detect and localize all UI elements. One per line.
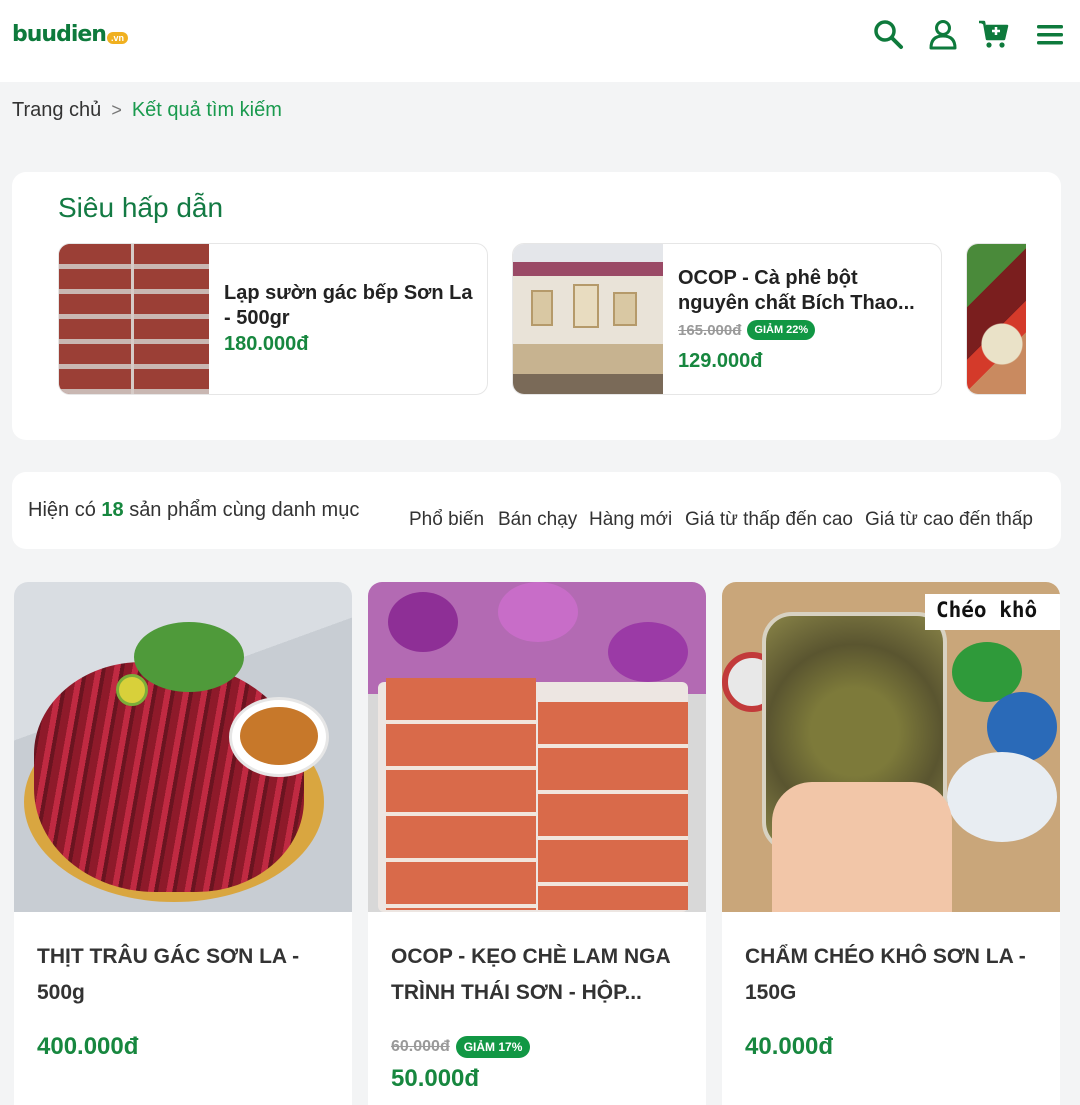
featured-section: Siêu hấp dẫn Lạp sườn gác bếp Sơn La - 5… [12,172,1061,440]
featured-price: 129.000đ [678,350,763,372]
search-icon[interactable] [872,18,904,50]
top-header: buudien .vn [0,0,1080,82]
user-icon[interactable] [927,18,959,50]
product-image[interactable] [59,244,209,394]
sort-price-desc[interactable]: Giá từ cao đến thấp [865,509,1033,531]
breadcrumb-current[interactable]: Kết quả tìm kiếm [132,99,282,122]
product-image[interactable] [967,244,1026,394]
old-price: 165.000đ [678,321,742,339]
logo-text: buudien [12,22,107,47]
site-logo[interactable]: buudien .vn [12,22,128,47]
breadcrumb-home[interactable]: Trang chủ [12,99,101,122]
featured-price: 180.000đ [224,333,309,355]
product-discount-row: 60.000đ GIẢM 17% [391,1036,531,1058]
product-card[interactable]: Chéo khô CHẨM CHÉO KHÔ SƠN LA - 150G 40.… [722,582,1060,1105]
product-card[interactable]: THỊT TRÂU GÁC SƠN LA - 500g 400.000đ [14,582,352,1105]
image-caption: Chéo khô [925,594,1060,630]
product-price: 40.000đ [745,1033,834,1060]
sort-price-asc[interactable]: Giá từ thấp đến cao [685,509,853,531]
featured-product-name[interactable]: OCOP - Cà phê bột nguyên chất Bích Thao.… [678,266,915,316]
product-image[interactable] [513,244,663,394]
product-card[interactable]: OCOP - KẸO CHÈ LAM NGA TRÌNH THÁI SƠN - … [368,582,706,1105]
product-image[interactable] [14,582,352,912]
cart-icon[interactable] [977,18,1009,50]
product-name[interactable]: OCOP - KẸO CHÈ LAM NGA TRÌNH THÁI SƠN - … [391,939,686,1011]
featured-title: Siêu hấp dẫn [58,192,224,223]
featured-discount-row: 165.000đ GIẢM 22% [678,320,816,340]
product-image[interactable] [368,582,706,912]
sort-best-selling[interactable]: Bán chạy [498,509,577,531]
product-name[interactable]: CHẨM CHÉO KHÔ SƠN LA - 150G [745,939,1040,1011]
breadcrumb: Trang chủ > Kết quả tìm kiếm [12,99,282,122]
menu-icon[interactable] [1034,18,1066,50]
discount-badge: GIẢM 17% [455,1036,531,1058]
sort-bar: Hiện có 18 sản phẩm cùng danh mục Phổ bi… [12,472,1061,549]
logo-badge: .vn [106,32,128,44]
product-name[interactable]: THỊT TRÂU GÁC SƠN LA - 500g [37,939,332,1011]
result-count: Hiện có 18 sản phẩm cùng danh mục [28,499,360,521]
sort-popular[interactable]: Phổ biến [409,509,484,531]
breadcrumb-separator: > [111,100,122,120]
featured-card-partial[interactable] [966,243,1026,395]
discount-badge: GIẢM 22% [747,320,816,340]
featured-card[interactable]: OCOP - Cà phê bột nguyên chất Bích Thao.… [512,243,942,395]
old-price: 60.000đ [391,1038,450,1055]
product-image[interactable]: Chéo khô [722,582,1060,912]
featured-product-name[interactable]: Lạp sườn gác bếp Sơn La - 500gr [224,281,473,331]
product-price: 50.000đ [391,1065,480,1092]
product-price: 400.000đ [37,1033,139,1060]
featured-card[interactable]: Lạp sườn gác bếp Sơn La - 500gr 180.000đ [58,243,488,395]
result-count-number: 18 [101,499,124,521]
sort-newest[interactable]: Hàng mới [589,509,672,531]
